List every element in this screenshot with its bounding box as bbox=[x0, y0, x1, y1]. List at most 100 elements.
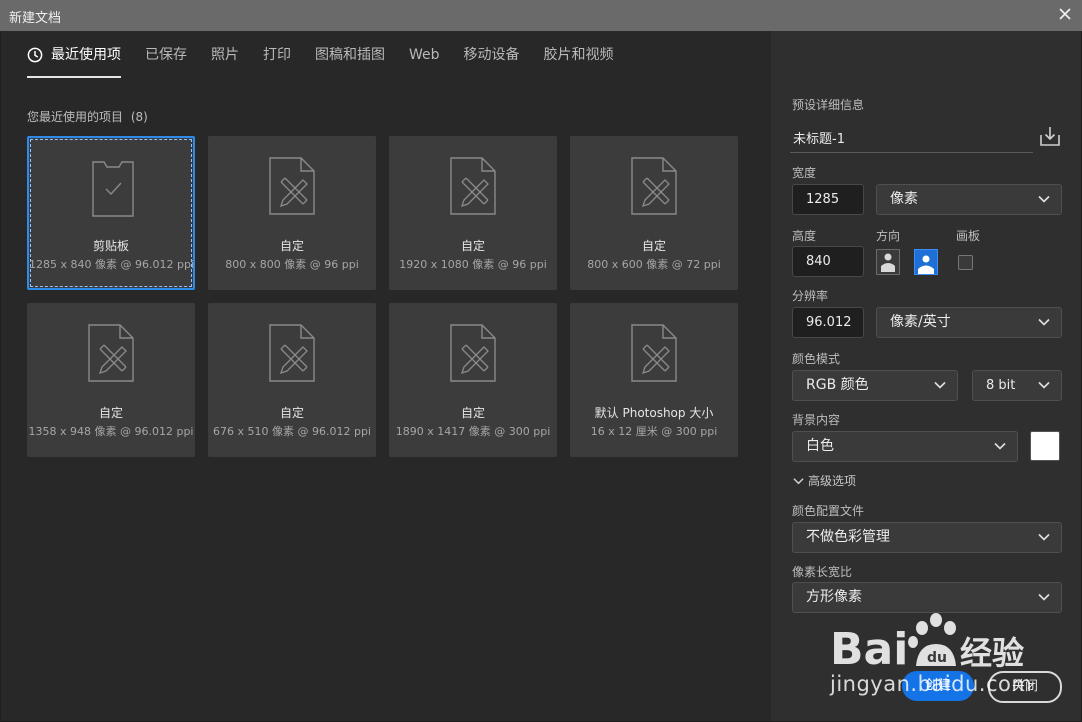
window-title: 新建文档 bbox=[9, 11, 62, 26]
card-meta: 800 x 800 像素 @ 96 ppi bbox=[225, 258, 359, 271]
preset-card[interactable]: 自定 1920 x 1080 像素 @ 96 ppi bbox=[389, 136, 557, 290]
preset-heading: 预设详细信息 bbox=[792, 98, 865, 112]
resolution-label: 分辨率 bbox=[792, 289, 829, 303]
tab-saved[interactable]: 已保存 bbox=[145, 43, 187, 76]
chevron-down-icon bbox=[1038, 593, 1050, 601]
orientation-label: 方向 bbox=[876, 229, 901, 243]
card-meta: 676 x 510 像素 @ 96.012 ppi bbox=[213, 425, 371, 438]
chevron-down-icon bbox=[1038, 318, 1050, 326]
card-name: 自定 bbox=[460, 239, 485, 253]
document-pencil-icon bbox=[631, 157, 677, 215]
tab-recent[interactable]: 最近使用项 bbox=[27, 43, 121, 78]
width-unit-select[interactable]: 像素 bbox=[876, 184, 1062, 215]
tab-label: 移动设备 bbox=[463, 47, 520, 63]
card-meta: 1890 x 1417 像素 @ 300 ppi bbox=[395, 425, 551, 438]
tab-mobile[interactable]: 移动设备 bbox=[464, 43, 520, 76]
tab-label: 胶片和视频 bbox=[543, 47, 614, 63]
tab-label: 照片 bbox=[211, 47, 239, 63]
svg-text:经验: 经验 bbox=[960, 634, 1024, 672]
person-icon bbox=[918, 255, 934, 274]
clock-icon bbox=[27, 47, 43, 63]
orientation-portrait-button[interactable] bbox=[876, 249, 900, 275]
resolution-unit-select[interactable]: 像素/英寸 bbox=[876, 307, 1062, 338]
tab-photo[interactable]: 照片 bbox=[211, 43, 239, 76]
preset-card-clipboard[interactable]: 剪贴板 1285 x 840 像素 @ 96.012 ppi bbox=[27, 136, 195, 290]
width-label: 宽度 bbox=[792, 166, 817, 180]
bit-depth-value: 8 bit bbox=[986, 378, 1016, 393]
background-select[interactable]: 白色 bbox=[792, 431, 1018, 462]
card-meta: 1285 x 840 像素 @ 96.012 ppi bbox=[29, 258, 194, 271]
tab-label: Web bbox=[409, 47, 440, 63]
document-pencil-icon bbox=[269, 157, 315, 215]
recent-items-area: 您最近使用的项目 (8) 剪贴板 1285 x 840 像素 @ 96.012 … bbox=[1, 79, 761, 721]
tab-label: 打印 bbox=[263, 47, 291, 63]
orientation-landscape-button[interactable] bbox=[914, 249, 938, 275]
width-unit-value: 像素 bbox=[890, 191, 918, 207]
tab-label: 图稿和插图 bbox=[315, 47, 385, 63]
preset-card[interactable]: 默认 Photoshop 大小 16 x 12 厘米 @ 300 ppi bbox=[570, 303, 738, 457]
background-label: 背景内容 bbox=[792, 413, 841, 427]
preset-card[interactable]: 自定 1358 x 948 像素 @ 96.012 ppi bbox=[27, 303, 195, 457]
document-name-input[interactable]: 未标题-1 bbox=[793, 128, 845, 147]
height-input[interactable]: 840 bbox=[792, 246, 864, 277]
chevron-down-icon bbox=[994, 442, 1006, 450]
color-profile-value: 不做色彩管理 bbox=[806, 529, 890, 545]
preset-card[interactable]: 自定 676 x 510 像素 @ 96.012 ppi bbox=[208, 303, 376, 457]
width-input[interactable]: 1285 bbox=[792, 184, 864, 215]
preset-card[interactable]: 自定 1890 x 1417 像素 @ 300 ppi bbox=[389, 303, 557, 457]
advanced-options-toggle[interactable]: 高级选项 bbox=[793, 472, 856, 489]
chevron-down-icon bbox=[793, 477, 804, 484]
background-value: 白色 bbox=[806, 438, 834, 454]
artboard-checkbox[interactable] bbox=[958, 255, 973, 270]
card-name: 自定 bbox=[460, 406, 485, 420]
document-pencil-icon bbox=[88, 324, 134, 382]
card-name: 自定 bbox=[641, 239, 666, 253]
card-meta: 800 x 600 像素 @ 72 ppi bbox=[587, 258, 721, 271]
tab-art-illustration[interactable]: 图稿和插图 bbox=[315, 43, 385, 76]
preset-card[interactable]: 自定 800 x 600 像素 @ 72 ppi bbox=[570, 136, 738, 290]
card-name: 自定 bbox=[279, 406, 304, 420]
resolution-input[interactable]: 96.012 bbox=[792, 307, 864, 338]
category-tabs: 最近使用项 已保存 照片 打印 图稿和插图 Web 移动设备 胶片和视频 bbox=[27, 43, 638, 79]
tab-film-video[interactable]: 胶片和视频 bbox=[544, 43, 614, 76]
document-name-underline bbox=[790, 152, 1033, 153]
card-name: 自定 bbox=[98, 406, 123, 420]
chevron-down-icon bbox=[1038, 381, 1050, 389]
card-name: 默认 Photoshop 大小 bbox=[594, 406, 714, 420]
svg-text:Bai: Bai bbox=[830, 624, 908, 675]
card-meta: 16 x 12 厘米 @ 300 ppi bbox=[590, 425, 718, 438]
save-preset-icon[interactable] bbox=[1039, 125, 1061, 147]
card-name: 剪贴板 bbox=[92, 239, 129, 253]
close-icon[interactable] bbox=[1056, 5, 1074, 23]
recent-heading: 您最近使用的项目 (8) bbox=[27, 108, 148, 125]
preset-card[interactable]: 自定 800 x 800 像素 @ 96 ppi bbox=[208, 136, 376, 290]
tab-web[interactable]: Web bbox=[409, 43, 440, 76]
document-pencil-icon bbox=[631, 324, 677, 382]
document-pencil-icon bbox=[450, 157, 496, 215]
card-meta: 1920 x 1080 像素 @ 96 ppi bbox=[399, 258, 547, 271]
chevron-down-icon bbox=[934, 381, 946, 389]
tab-print[interactable]: 打印 bbox=[263, 43, 291, 76]
artboard-label: 画板 bbox=[956, 229, 981, 243]
document-pencil-icon bbox=[450, 324, 496, 382]
recent-heading-label: 您最近使用的项目 bbox=[27, 110, 124, 124]
recent-count: (8) bbox=[130, 110, 148, 124]
background-color-swatch[interactable] bbox=[1030, 431, 1060, 461]
resolution-unit-value: 像素/英寸 bbox=[890, 314, 951, 330]
bit-depth-select[interactable]: 8 bit bbox=[972, 370, 1062, 401]
pixel-aspect-label: 像素长宽比 bbox=[792, 565, 853, 579]
clipboard-icon bbox=[92, 161, 134, 217]
watermark-url: jingyan.baidu.com bbox=[830, 672, 1033, 696]
person-icon bbox=[881, 253, 895, 272]
color-mode-select[interactable]: RGB 颜色 bbox=[792, 370, 958, 401]
card-name: 自定 bbox=[279, 239, 304, 253]
chevron-down-icon bbox=[1038, 195, 1050, 203]
tab-label: 已保存 bbox=[145, 47, 187, 63]
card-meta: 1358 x 948 像素 @ 96.012 ppi bbox=[28, 425, 194, 438]
svg-text:du: du bbox=[927, 650, 947, 666]
tab-label: 最近使用项 bbox=[51, 47, 121, 63]
color-profile-select[interactable]: 不做色彩管理 bbox=[792, 522, 1062, 553]
color-mode-value: RGB 颜色 bbox=[806, 377, 869, 393]
pixel-aspect-value: 方形像素 bbox=[806, 589, 862, 605]
color-profile-label: 颜色配置文件 bbox=[792, 504, 865, 518]
